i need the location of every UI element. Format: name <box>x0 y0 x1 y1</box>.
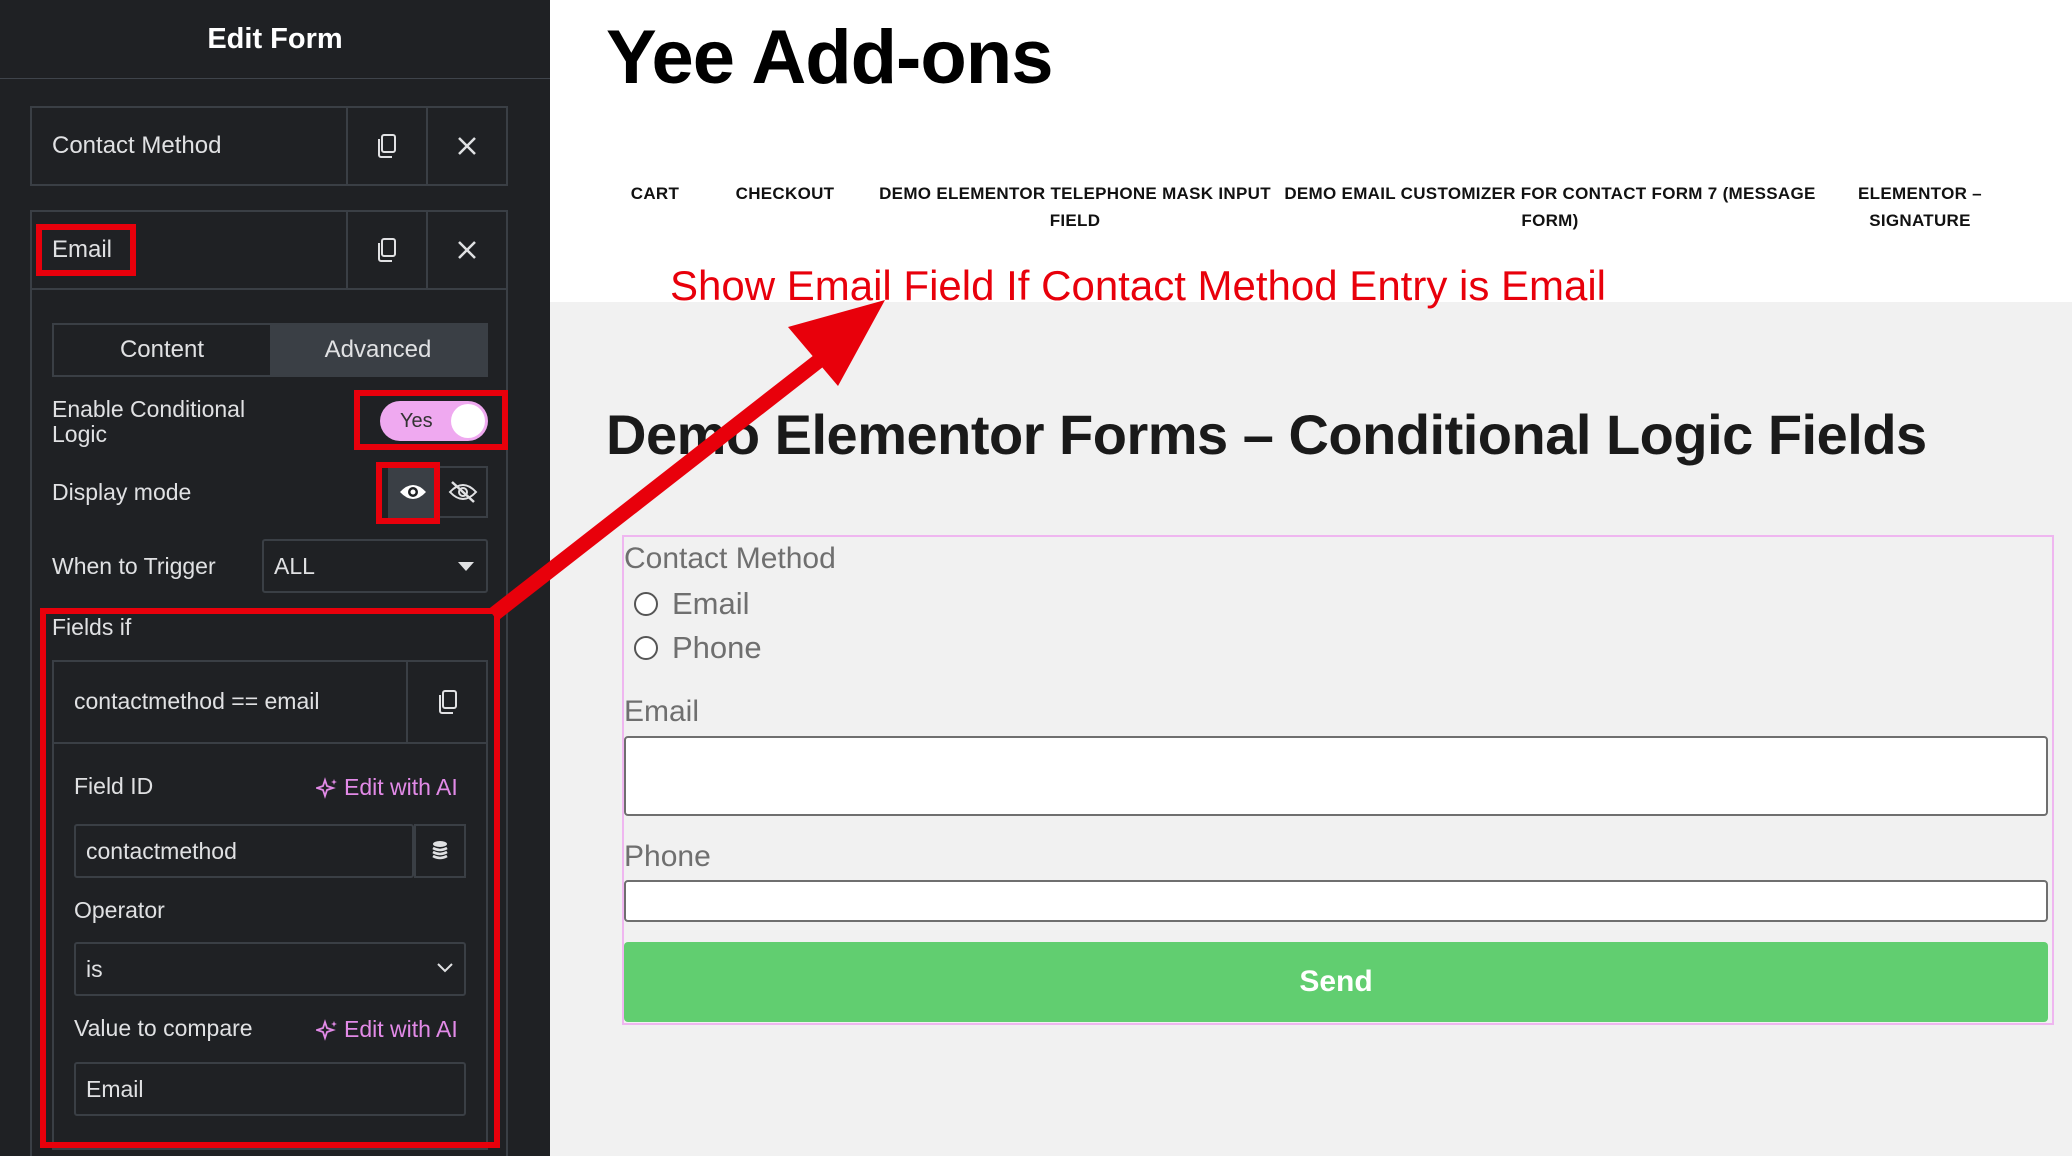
annotation-arrow <box>488 300 885 621</box>
